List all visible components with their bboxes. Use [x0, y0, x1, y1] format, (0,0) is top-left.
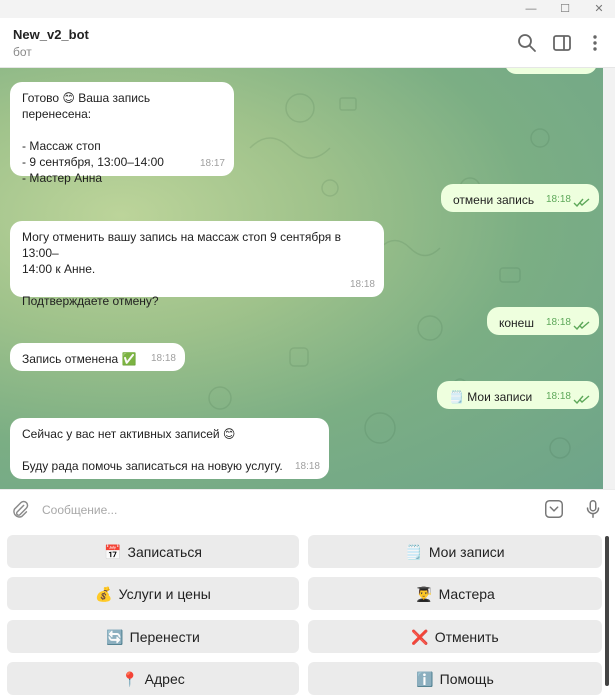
keyboard-button-reschedule[interactable]: 🔄 Перенести — [7, 620, 299, 653]
message-text: Сейчас у вас нет активных записей 😊 Буду… — [22, 427, 283, 473]
read-check-icon — [573, 395, 590, 404]
keyboard-button-label: Отменить — [434, 628, 499, 645]
message-bubble[interactable]: Запись отменена ✅ 18:18 — [10, 343, 185, 371]
message-time: 18:18 — [545, 391, 571, 402]
close-button[interactable]: ✕ — [584, 0, 614, 18]
message-time: 18:18 — [545, 317, 571, 328]
message-input[interactable] — [42, 499, 522, 521]
message-bubble[interactable]: Сейчас у вас нет активных записей 😊 Буду… — [10, 418, 329, 479]
window-titlebar: — ☐ ✕ — [0, 0, 615, 18]
keyboard-button-label: Адрес — [144, 670, 185, 687]
message-text: Готово 😊 Ваша запись перенесена: - Масса… — [22, 91, 164, 185]
refresh-icon: 🔄 — [106, 628, 124, 645]
keyboard-button-label: Услуги и цены — [118, 585, 211, 602]
keyboard-button-label: Мастера — [438, 585, 495, 602]
money-bag-icon: 💰 — [95, 585, 113, 602]
keyboard-button-help[interactable]: ℹ️ Помощь — [308, 662, 602, 695]
location-pin-icon: 📍 — [121, 670, 139, 687]
attach-paperclip-icon[interactable] — [9, 499, 31, 521]
message-bubble[interactable]: отмени запись 18:18 — [441, 184, 599, 212]
keyboard-button-label: Мои записи — [428, 543, 505, 560]
message-bubble[interactable]: 🗒️ Мои записи 18:18 — [437, 381, 599, 409]
keyboard-button-services-prices[interactable]: 💰 Услуги и цены — [7, 577, 299, 610]
message-time: 18:18 — [349, 279, 375, 290]
message-bubble-partial — [505, 68, 597, 74]
minimize-button[interactable]: — — [516, 0, 546, 18]
read-check-icon — [573, 321, 590, 330]
sidebar-toggle-icon[interactable] — [550, 31, 574, 55]
read-check-icon — [573, 198, 590, 207]
keyboard-button-book[interactable]: 📅 Записаться — [7, 535, 299, 568]
info-icon: ℹ️ — [416, 670, 434, 687]
keyboard-button-my-bookings[interactable]: 🗒️ Мои записи — [308, 535, 602, 568]
notepad-icon: 🗒️ — [405, 543, 423, 560]
message-time: 18:18 — [150, 353, 176, 364]
message-time: 18:18 — [294, 461, 320, 472]
master-person-icon: 👨‍🎓 — [415, 585, 433, 602]
chat-header[interactable]: New_v2_bot бот — [0, 18, 615, 68]
message-time: 18:18 — [545, 194, 571, 205]
message-bubble[interactable]: конеш 18:18 — [487, 307, 599, 335]
keyboard-button-label: Записаться — [127, 543, 202, 560]
keyboard-button-masters[interactable]: 👨‍🎓 Мастера — [308, 577, 602, 610]
keyboard-scrollbar[interactable] — [605, 536, 609, 686]
bot-reply-keyboard: 📅 Записаться 🗒️ Мои записи 💰 Услуги и це… — [0, 529, 615, 699]
keyboard-toggle-icon[interactable] — [543, 498, 565, 520]
cross-mark-icon: ❌ — [411, 628, 429, 645]
message-composer — [0, 489, 615, 529]
message-bubble[interactable]: Могу отменить вашу запись на массаж стоп… — [10, 221, 384, 308]
search-icon[interactable] — [515, 31, 539, 55]
calendar-icon: 📅 — [104, 543, 122, 560]
keyboard-button-label: Перенести — [129, 628, 200, 645]
message-bubble[interactable]: Готово 😊 Ваша запись перенесена: - Масса… — [10, 82, 234, 185]
chat-title: New_v2_bot — [13, 27, 89, 42]
microphone-icon[interactable] — [582, 498, 604, 520]
keyboard-button-label: Помощь — [439, 670, 494, 687]
more-menu-icon[interactable] — [583, 31, 607, 55]
message-text: Могу отменить вашу запись на массаж стоп… — [22, 230, 341, 308]
keyboard-button-address[interactable]: 📍 Адрес — [7, 662, 299, 695]
message-time: 18:17 — [199, 158, 225, 169]
keyboard-button-cancel[interactable]: ❌ Отменить — [308, 620, 602, 653]
chat-subtitle: бот — [13, 45, 32, 59]
chat-scrollbar[interactable] — [603, 68, 615, 489]
maximize-button[interactable]: ☐ — [550, 0, 580, 18]
